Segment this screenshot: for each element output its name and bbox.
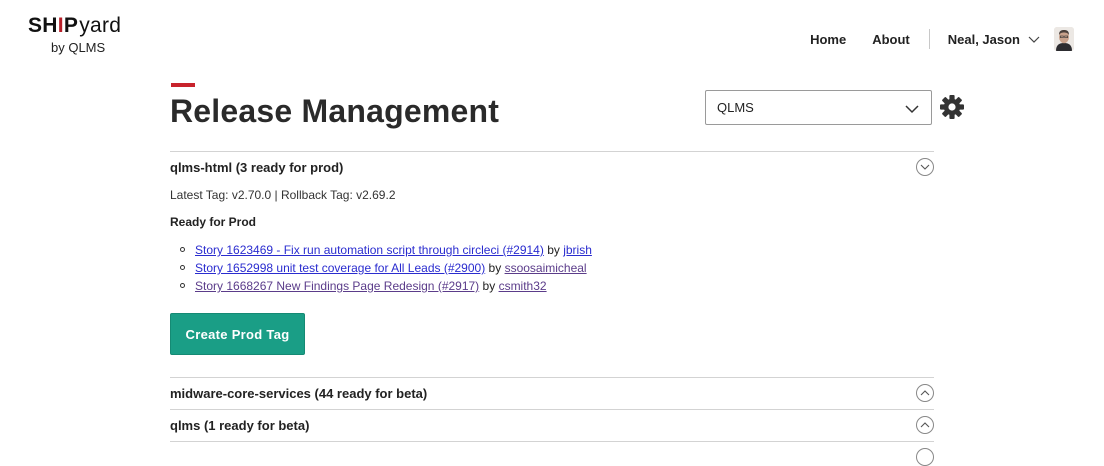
author-link[interactable]: ssoosaimicheal [505, 261, 587, 275]
expand-toggle[interactable] [916, 384, 934, 402]
avatar[interactable] [1054, 27, 1074, 51]
author-link[interactable]: csmith32 [499, 279, 547, 293]
bullet [180, 265, 185, 270]
expand-toggle[interactable] [916, 448, 934, 466]
accordion-header-qlms-html[interactable]: qlms-html (3 ready for prod) [170, 158, 934, 178]
accordion-header-qlms[interactable]: qlms (1 ready for beta) [170, 416, 934, 436]
logo-yard: yard [79, 14, 122, 37]
story-link[interactable]: Story 1623469 - Fix run automation scrip… [195, 243, 544, 257]
list-item: Story 1668267 New Findings Page Redesign… [170, 277, 592, 295]
top-nav: Home About Neal, Jason [810, 27, 1074, 51]
project-select-value: QLMS [717, 100, 754, 115]
bullet [180, 283, 185, 288]
story-link[interactable]: Story 1668267 New Findings Page Redesign… [195, 279, 479, 293]
logo[interactable]: SHIPyard by QLMS [28, 14, 121, 55]
create-prod-tag-button[interactable]: Create Prod Tag [170, 313, 305, 355]
story-list: Story 1623469 - Fix run automation scrip… [170, 241, 592, 295]
logo-ship: SHIP [28, 14, 79, 37]
logo-tagline: by QLMS [51, 40, 106, 55]
page-title: Release Management [170, 93, 500, 129]
section-divider [170, 409, 934, 410]
nav-divider [928, 29, 930, 49]
title-accent-bar [171, 83, 195, 87]
nav-about-link[interactable]: About [872, 32, 910, 47]
accordion-title: qlms-html (3 ready for prod) [170, 160, 344, 175]
author-link[interactable]: jbrish [563, 243, 592, 257]
chevron-up-icon [920, 390, 930, 396]
ready-for-prod-heading: Ready for Prod [170, 215, 257, 229]
nav-home-link[interactable]: Home [810, 32, 846, 47]
by-text: by [547, 243, 560, 257]
accordion-title: midware-core-services (44 ready for beta… [170, 386, 428, 401]
bullet [180, 247, 185, 252]
accordion-header-midware-core-services[interactable]: midware-core-services (44 ready for beta… [170, 384, 934, 404]
chevron-up-icon [920, 422, 930, 428]
chevron-down-icon [905, 102, 919, 117]
logo-wordmark: SHIPyard [28, 14, 121, 38]
section-divider [170, 151, 934, 152]
user-name: Neal, Jason [947, 31, 1020, 47]
project-select[interactable]: QLMS [705, 90, 932, 125]
accordion-title: qlms (1 ready for beta) [170, 418, 310, 433]
by-text: by [482, 279, 496, 293]
list-item: Story 1652998 unit test coverage for All… [170, 259, 592, 277]
user-menu[interactable]: Neal, Jason [948, 32, 1040, 47]
expand-toggle[interactable] [916, 416, 934, 434]
chevron-down-icon [920, 164, 930, 170]
section-divider [170, 441, 934, 442]
gear-icon[interactable] [939, 94, 965, 120]
story-link[interactable]: Story 1652998 unit test coverage for All… [195, 261, 485, 275]
tags-info: Latest Tag: v2.70.0 | Rollback Tag: v2.6… [170, 188, 396, 202]
section-divider [170, 377, 934, 378]
collapse-toggle[interactable] [916, 158, 934, 176]
by-text: by [488, 261, 502, 275]
chevron-down-icon [1028, 32, 1040, 47]
list-item: Story 1623469 - Fix run automation scrip… [170, 241, 592, 259]
